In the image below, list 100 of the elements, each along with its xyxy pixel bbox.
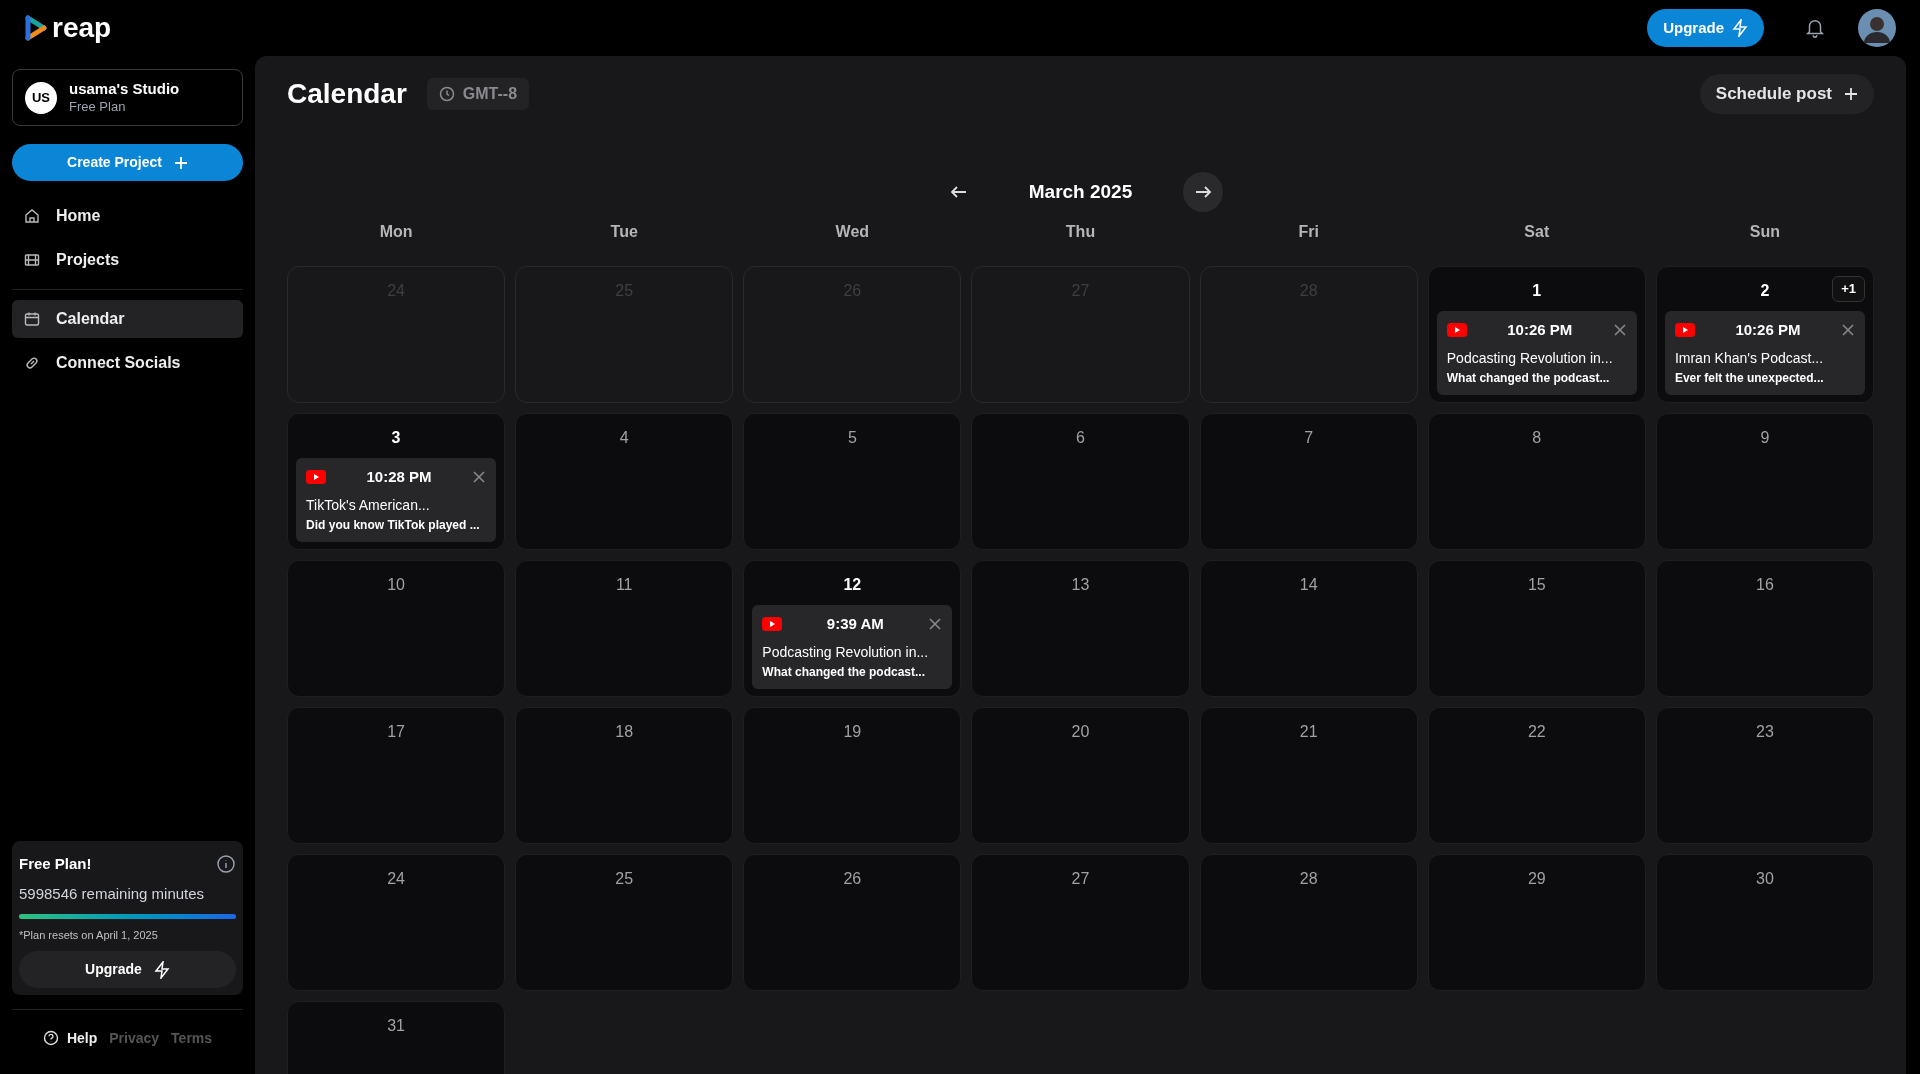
day-cell[interactable]: 28 (1199, 854, 1418, 991)
day-cell[interactable]: 15 (1427, 560, 1646, 697)
day-number: 10 (387, 575, 405, 595)
event-title: Imran Khan's Podcast... (1674, 348, 1825, 368)
upgrade-button[interactable]: Upgrade (1647, 9, 1764, 47)
close-icon[interactable] (1612, 323, 1627, 338)
close-icon[interactable] (1840, 323, 1855, 338)
next-month-icon[interactable] (1182, 172, 1223, 212)
day-number: 4 (619, 428, 629, 448)
day-cell[interactable]: 8 (1427, 413, 1646, 550)
day-cell[interactable]: 21 (1199, 707, 1418, 844)
day-cell[interactable]: 5 (743, 413, 962, 550)
plan-reset-note: *Plan resets on April 1, 2025 (19, 927, 159, 943)
day-cell[interactable]: 10 (287, 560, 506, 697)
day-cell[interactable]: 23 (1655, 707, 1874, 844)
help-icon (42, 1030, 59, 1046)
day-cell[interactable]: 7 (1199, 413, 1418, 550)
day-number: 21 (1299, 722, 1318, 742)
weekday-label: Mon (378, 222, 414, 242)
day-number: 5 (847, 428, 857, 448)
avatar-icon[interactable] (1858, 9, 1896, 47)
day-number: 17 (387, 722, 405, 742)
day-cell[interactable]: 27 (971, 854, 1190, 991)
day-number: 30 (1756, 869, 1774, 889)
film-icon (24, 252, 40, 268)
brand-name: reap (52, 14, 112, 42)
event-description: Did you know TikTok played ... (306, 516, 481, 534)
help-link[interactable]: Help (42, 1027, 98, 1049)
nav-item[interactable]: Calendar (12, 300, 243, 338)
info-icon[interactable] (216, 853, 236, 874)
day-number: 25 (615, 869, 634, 889)
day-cell[interactable]: 26 (743, 854, 962, 991)
nav-item[interactable]: Connect Socials (12, 344, 243, 382)
day-cell[interactable]: 24 (287, 854, 506, 991)
create-project-button[interactable]: Create Project (12, 144, 243, 181)
day-number: 18 (615, 722, 634, 742)
day-cell[interactable]: 17 (287, 707, 506, 844)
schedule-post-button[interactable]: Schedule post (1699, 74, 1874, 114)
event-title: TikTok's American... (306, 495, 431, 515)
day-cell[interactable]: 14 (1199, 560, 1418, 697)
nav-item[interactable]: Projects (12, 241, 243, 279)
day-number: 8 (1532, 428, 1542, 448)
day-number: 20 (1071, 722, 1090, 742)
day-cell[interactable]: 16 (1655, 560, 1874, 697)
event-description: What changed the podcast... (1446, 369, 1611, 387)
day-cell[interactable]: 6 (971, 413, 1190, 550)
event-card[interactable]: 10:26 PM Podcasting Revolution in... What changed the podcast... (1436, 311, 1637, 395)
event-description: What changed the podcast... (762, 663, 927, 681)
day-number: 1 (1532, 281, 1542, 301)
plus-icon (1844, 87, 1858, 101)
day-cell[interactable]: 22 (1427, 707, 1646, 844)
day-cell[interactable]: 12 9:39 AM Podcasting Revolution in... What changed the podcast... (743, 560, 962, 697)
weekday-label: Sun (1748, 222, 1781, 242)
event-card[interactable]: 10:26 PM Imran Khan's Podcast... Ever felt the unexpected... (1664, 311, 1865, 395)
day-cell[interactable]: 9 (1655, 413, 1874, 550)
day-cell[interactable]: 25 (515, 854, 734, 991)
weekday-label: Tue (609, 222, 639, 242)
day-cell[interactable]: 18 (515, 707, 734, 844)
day-cell[interactable]: 3 10:28 PM TikTok's American... Did you know TikTok played ... (287, 413, 506, 550)
workspace-card[interactable]: US usama's Studio Free Plan (12, 69, 243, 126)
event-card[interactable]: 10:28 PM TikTok's American... Did you know TikTok played ... (296, 458, 497, 542)
clock-icon (438, 86, 455, 102)
day-cell[interactable]: 20 (971, 707, 1190, 844)
day-cell[interactable]: 19 (743, 707, 962, 844)
event-time: 10:28 PM (366, 467, 432, 487)
video-icon (1446, 323, 1467, 338)
upgrade-button[interactable]: Upgrade (19, 951, 236, 988)
day-number: 14 (1299, 575, 1318, 595)
day-cell[interactable]: 29 (1427, 854, 1646, 991)
nav-item[interactable]: Home (12, 197, 243, 235)
close-icon[interactable] (928, 617, 943, 632)
video-icon (306, 470, 327, 485)
notification-bell-icon[interactable] (1804, 17, 1826, 39)
day-cell[interactable]: 31 (287, 1001, 506, 1074)
weekday-label: Wed (834, 222, 871, 242)
day-cell[interactable]: 4 (515, 413, 734, 550)
lightning-icon (153, 960, 170, 979)
day-cell[interactable]: 1 10:26 PM Podcasting Revolution in... What changed the podcast... (1427, 266, 1646, 403)
event-time: 9:39 AM (826, 614, 884, 634)
timezone-label: GMT--8 (462, 84, 518, 104)
close-icon[interactable] (472, 470, 487, 485)
plus-icon (173, 155, 188, 170)
day-number: 22 (1527, 722, 1546, 742)
event-time: 10:26 PM (1507, 320, 1573, 340)
day-number: 31 (387, 1016, 405, 1036)
day-number: 3 (391, 428, 401, 448)
event-title: Podcasting Revolution in... (1446, 348, 1614, 368)
day-cell[interactable]: 2 +1 10:26 PM Imran Khan's Podcast... Ever felt the unexpected... (1655, 266, 1874, 403)
event-card[interactable]: 9:39 AM Podcasting Revolution in... What changed the podcast... (752, 605, 953, 689)
day-number: 16 (1756, 575, 1774, 595)
link-icon (24, 355, 40, 371)
day-number: 27 (1071, 869, 1090, 889)
day-number: 15 (1527, 575, 1546, 595)
day-cell[interactable]: 30 (1655, 854, 1874, 991)
day-cell[interactable]: 11 (515, 560, 734, 697)
timezone-badge[interactable]: GMT--8 (426, 78, 530, 110)
day-number: 11 (615, 575, 633, 595)
day-cell[interactable]: 13 (971, 560, 1190, 697)
more-events-badge[interactable]: +1 (1832, 276, 1865, 302)
day-number: 13 (1071, 575, 1090, 595)
